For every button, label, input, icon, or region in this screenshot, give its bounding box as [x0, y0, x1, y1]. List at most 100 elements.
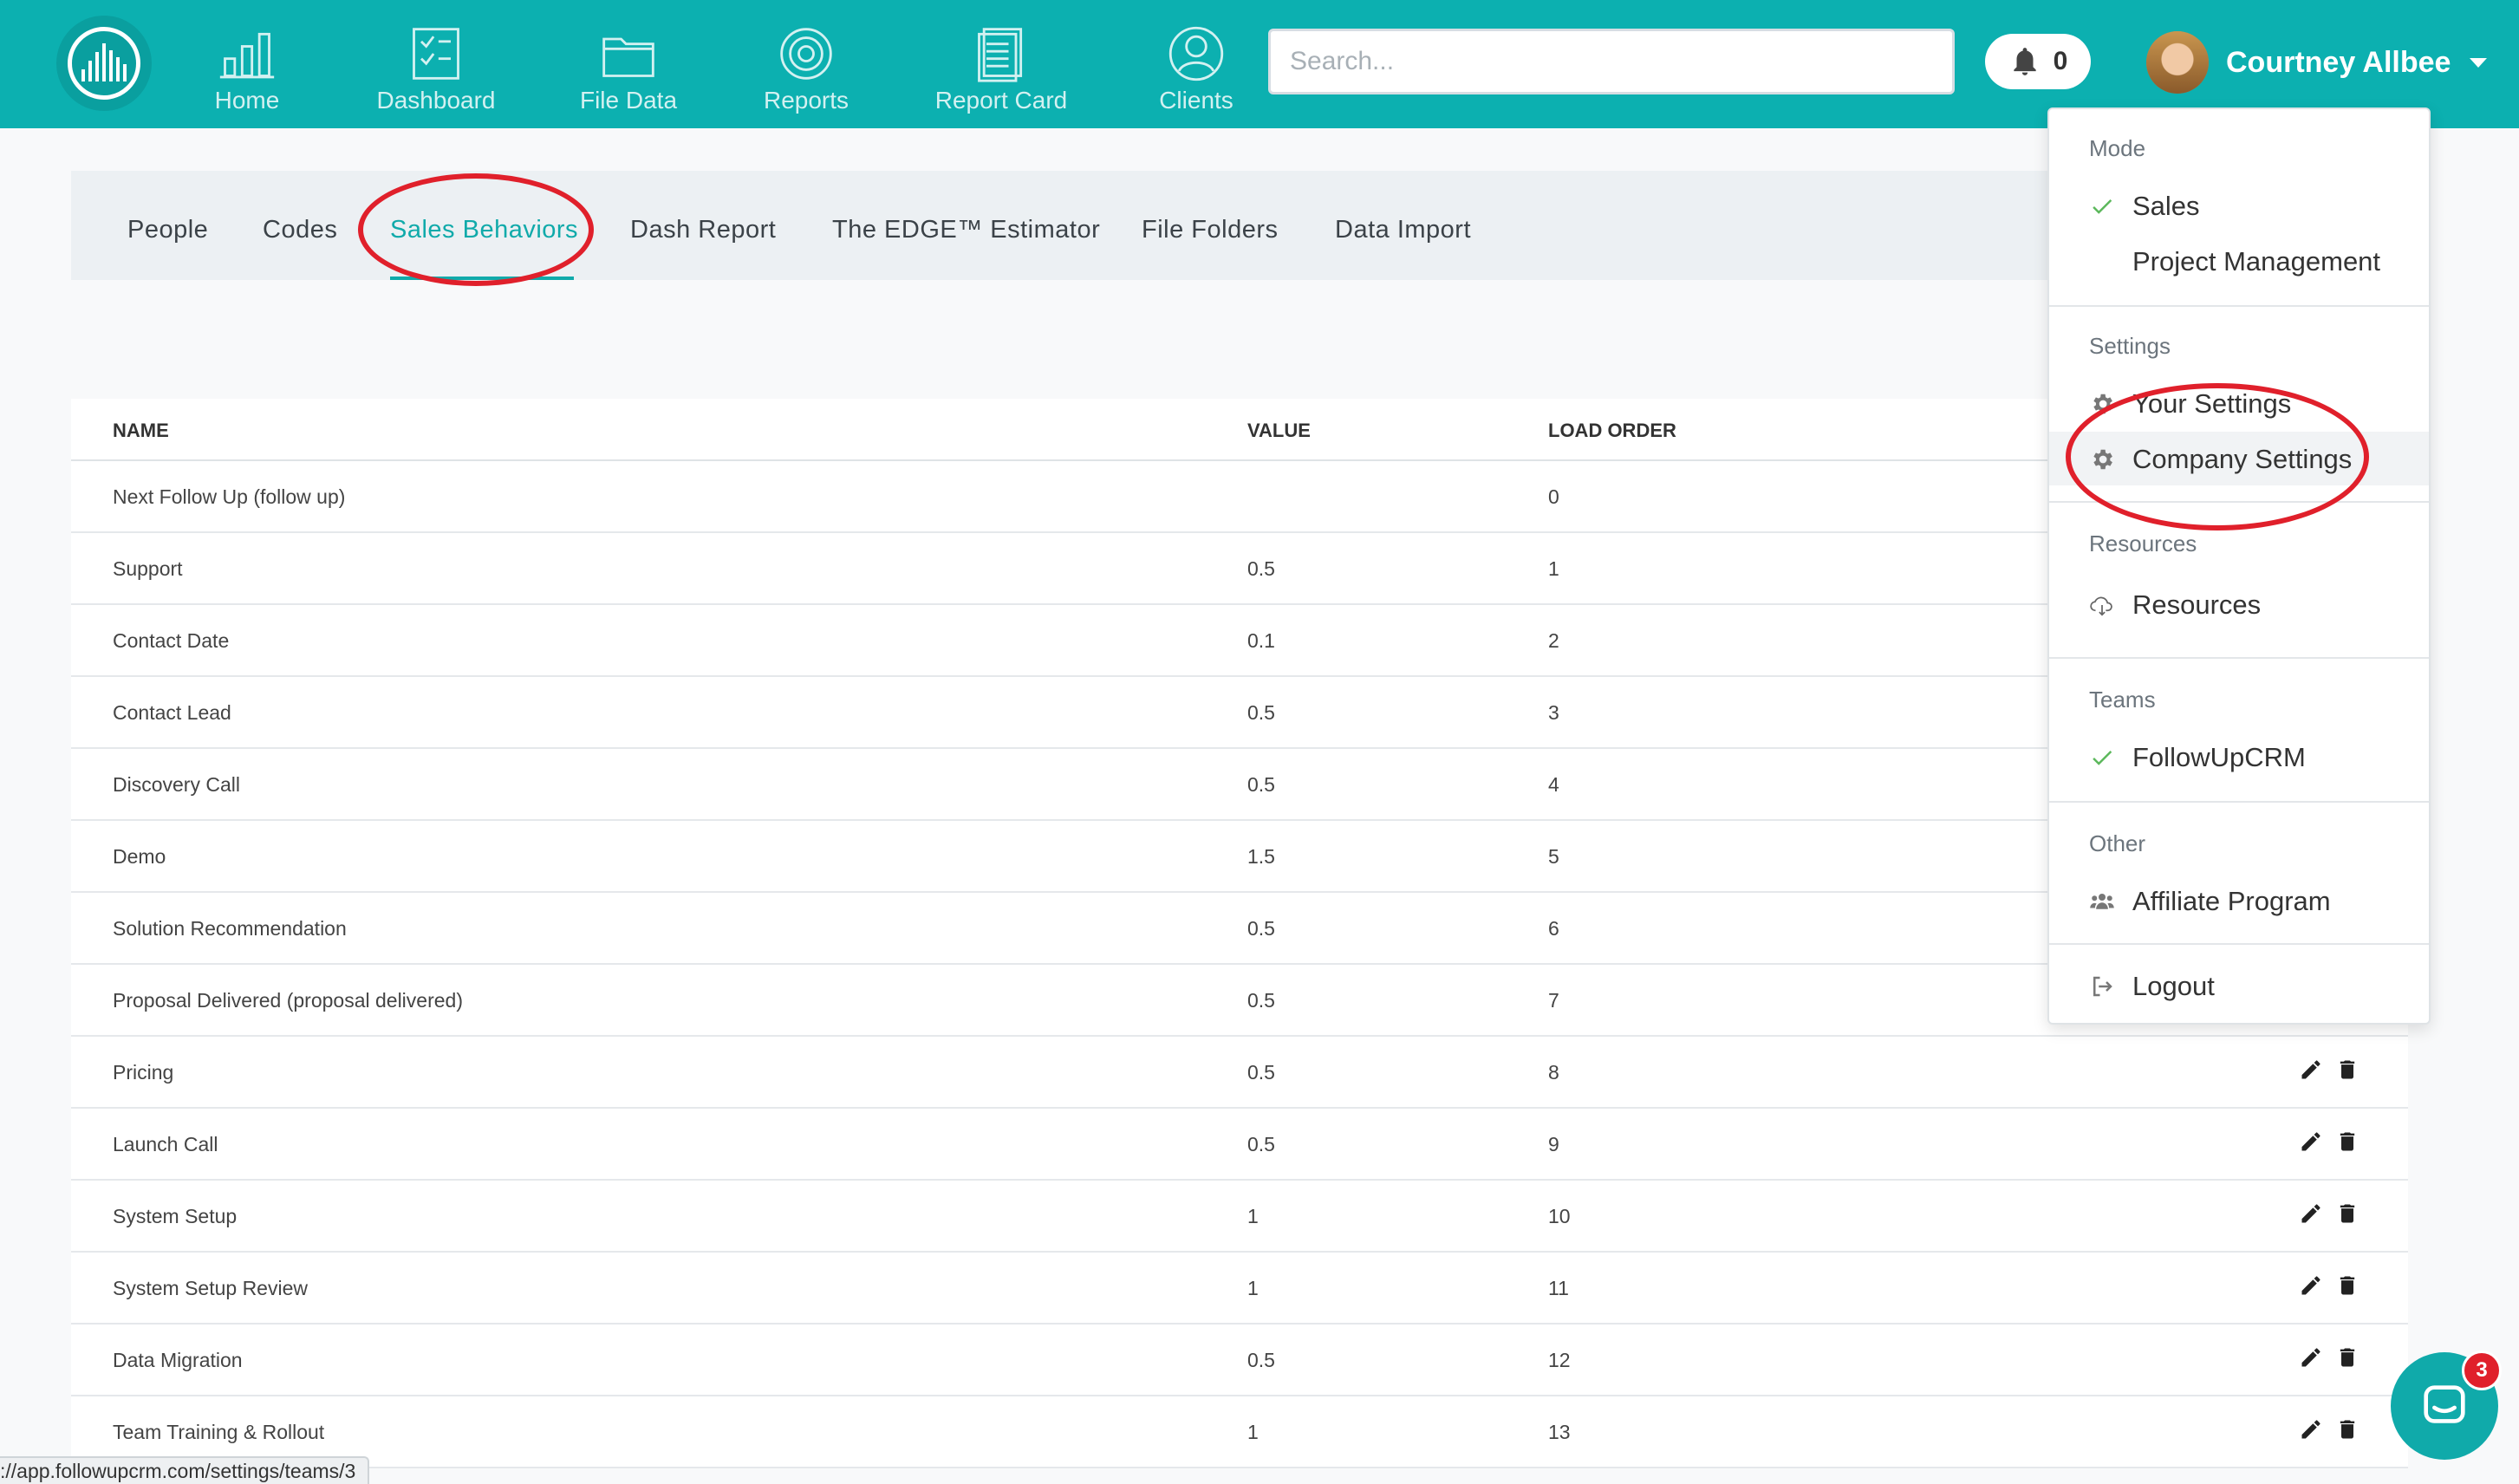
menu-item-sales[interactable]: Sales: [2089, 191, 2200, 222]
menu-item-team-followupcrm[interactable]: FollowUpCRM: [2089, 742, 2306, 773]
chat-unread-badge: 3: [2462, 1351, 2502, 1390]
menu-divider: [2049, 943, 2429, 945]
tab-codes[interactable]: Codes: [263, 216, 337, 244]
nav-label: Dashboard: [376, 87, 496, 114]
cell-load-order: 0: [1548, 485, 1559, 508]
cell-value: 1: [1247, 1421, 1259, 1443]
cell-name: Support: [113, 557, 183, 580]
menu-heading-mode: Mode: [2089, 135, 2146, 161]
edit-pencil-icon[interactable]: [2299, 1058, 2323, 1082]
cell-load-order: 3: [1548, 701, 1559, 724]
column-header-load-order[interactable]: LOAD ORDER: [1548, 420, 1676, 442]
bell-icon: [2013, 48, 2036, 75]
user-menu-toggle[interactable]: Courtney Allbee: [2146, 28, 2488, 97]
cell-load-order: 1: [1548, 557, 1559, 580]
nav-report-card[interactable]: Report Card: [919, 24, 1084, 114]
edit-pencil-icon[interactable]: [2299, 1417, 2323, 1442]
menu-item-affiliate-program[interactable]: Affiliate Program: [2089, 886, 2331, 917]
bar-chart-icon: [219, 32, 275, 79]
table-row: System Setup 1 10: [71, 1181, 2408, 1253]
cell-load-order: 6: [1548, 917, 1559, 940]
nav-home[interactable]: Home: [165, 24, 329, 114]
table-row: Data Migration 0.5 12: [71, 1325, 2408, 1396]
tab-people[interactable]: People: [127, 216, 208, 244]
menu-divider: [2049, 801, 2429, 803]
menu-item-label: Affiliate Program: [2132, 886, 2331, 916]
menu-heading-other: Other: [2089, 830, 2146, 856]
user-dropdown-menu: Mode Sales Project Management Settings Y…: [2047, 107, 2431, 1025]
column-header-value[interactable]: VALUE: [1247, 420, 1311, 442]
menu-item-project-management[interactable]: Project Management: [2089, 246, 2380, 277]
table-row: Team Training & Rollout 1 13: [71, 1396, 2408, 1468]
cell-name: Contact Lead: [113, 701, 231, 724]
check-icon: [2093, 199, 2112, 214]
cell-value: 1.5: [1247, 845, 1275, 868]
notification-count: 0: [2053, 47, 2068, 75]
cell-value: 0.5: [1247, 917, 1275, 940]
chevron-down-icon: [2470, 57, 2488, 68]
nav-label: Report Card: [934, 87, 1068, 114]
cell-load-order: 8: [1548, 1061, 1559, 1084]
cell-load-order: 5: [1548, 845, 1559, 868]
menu-heading-resources: Resources: [2089, 530, 2197, 556]
column-header-name[interactable]: NAME: [113, 420, 169, 442]
menu-item-label: Sales: [2132, 191, 2200, 221]
tab-edge-estimator[interactable]: The EDGE™ Estimator: [832, 216, 1100, 244]
users-icon: [2090, 894, 2114, 909]
user-icon: [1168, 26, 1224, 81]
delete-trash-icon[interactable]: [2335, 1345, 2360, 1370]
nav-reports[interactable]: Reports: [724, 24, 888, 114]
delete-trash-icon[interactable]: [2335, 1201, 2360, 1226]
cell-name: Data Migration: [113, 1349, 243, 1371]
annotation-circle: [2066, 383, 2369, 530]
nav-file-data[interactable]: File Data: [546, 24, 711, 114]
document-icon: [978, 28, 1023, 82]
edit-pencil-icon[interactable]: [2299, 1273, 2323, 1298]
checklist-icon: [413, 28, 459, 80]
cell-name: Next Follow Up (follow up): [113, 485, 346, 508]
cell-value: 1: [1247, 1277, 1259, 1299]
cell-value: 0.1: [1247, 629, 1275, 652]
cell-load-order: 2: [1548, 629, 1559, 652]
menu-divider: [2049, 305, 2429, 307]
tab-file-folders[interactable]: File Folders: [1142, 216, 1279, 244]
cell-value: 0.5: [1247, 701, 1275, 724]
cell-name: Team Training & Rollout: [113, 1421, 325, 1443]
row-actions: [2299, 1201, 2360, 1226]
nav-label: File Data: [579, 87, 678, 114]
logout-icon: [2093, 976, 2112, 997]
menu-item-logout[interactable]: Logout: [2089, 971, 2215, 1002]
edit-pencil-icon[interactable]: [2299, 1201, 2323, 1226]
cell-load-order: 13: [1548, 1421, 1571, 1443]
cell-load-order: 12: [1548, 1349, 1571, 1371]
tab-dash-report[interactable]: Dash Report: [630, 216, 776, 244]
cell-load-order: 11: [1548, 1277, 1569, 1299]
nav-clients[interactable]: Clients: [1114, 24, 1279, 114]
cell-value: 0.5: [1247, 1061, 1275, 1084]
app-logo[interactable]: [56, 16, 152, 111]
menu-heading-settings: Settings: [2089, 333, 2171, 359]
cell-name: Discovery Call: [113, 773, 240, 796]
tab-data-import[interactable]: Data Import: [1335, 216, 1471, 244]
nav-label: Home: [214, 87, 280, 114]
search-input[interactable]: [1268, 29, 1955, 94]
edit-pencil-icon[interactable]: [2299, 1129, 2323, 1154]
menu-divider: [2049, 657, 2429, 659]
delete-trash-icon[interactable]: [2335, 1058, 2360, 1082]
cell-name: Launch Call: [113, 1133, 218, 1155]
logo-bars-icon: [68, 27, 140, 100]
menu-item-label: FollowUpCRM: [2132, 742, 2306, 772]
delete-trash-icon[interactable]: [2335, 1417, 2360, 1442]
edit-pencil-icon[interactable]: [2299, 1345, 2323, 1370]
table-row: Launch Call 0.5 9: [71, 1109, 2408, 1181]
delete-trash-icon[interactable]: [2335, 1129, 2360, 1154]
cell-name: System Setup: [113, 1205, 238, 1227]
cell-name: Proposal Delivered (proposal delivered): [113, 989, 463, 1012]
menu-item-label: Logout: [2132, 971, 2215, 1001]
delete-trash-icon[interactable]: [2335, 1273, 2360, 1298]
avatar: [2146, 31, 2209, 94]
nav-dashboard[interactable]: Dashboard: [354, 24, 518, 114]
menu-item-label: Resources: [2132, 589, 2262, 620]
notifications-button[interactable]: 0: [1985, 34, 2091, 89]
menu-item-resources[interactable]: Resources: [2089, 589, 2261, 621]
